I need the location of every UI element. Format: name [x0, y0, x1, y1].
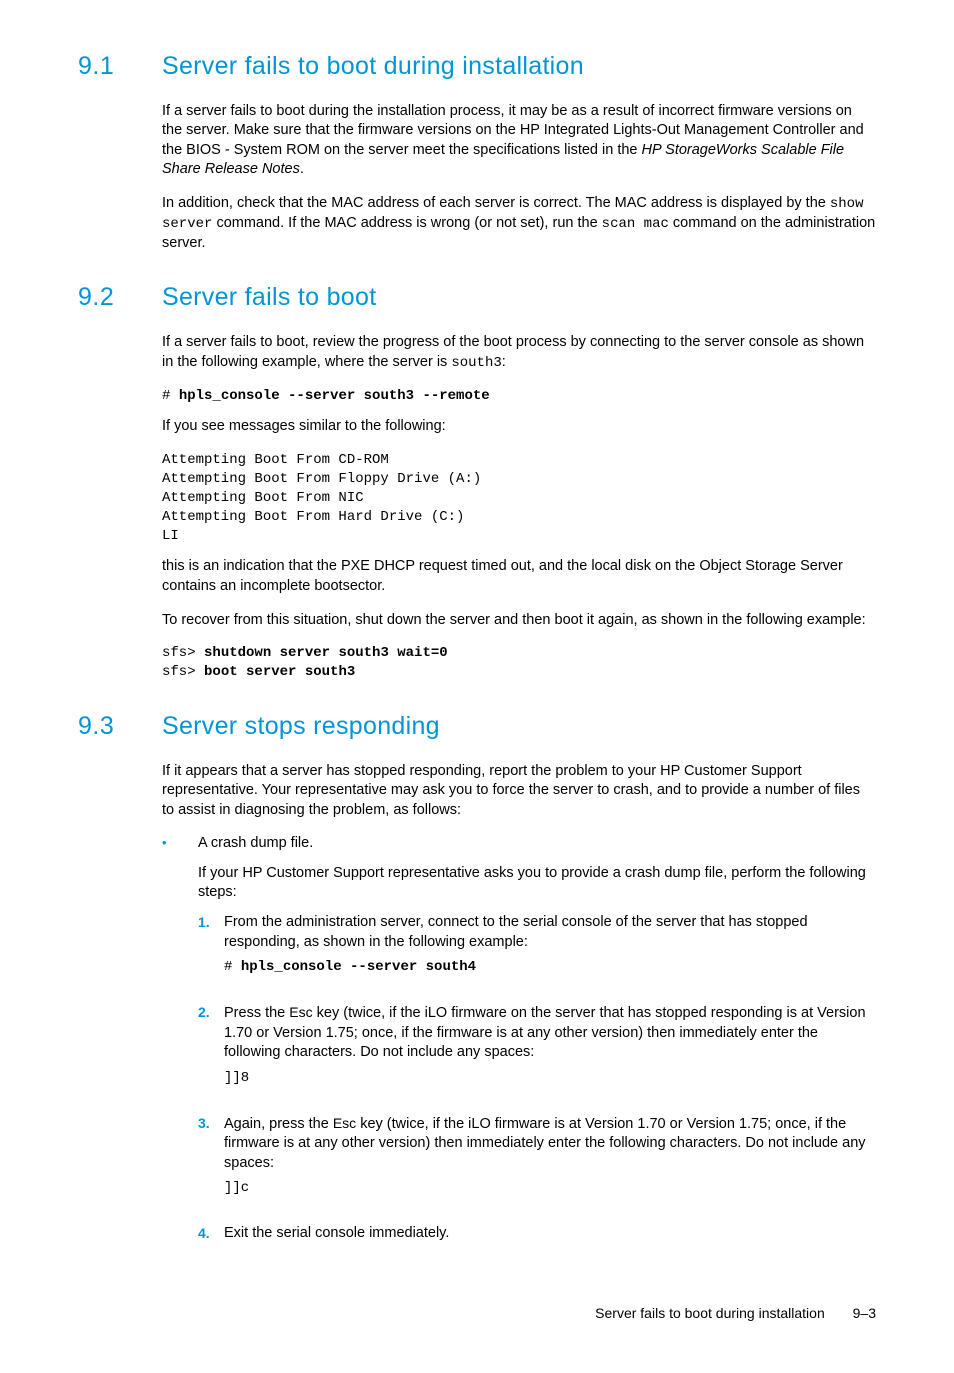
section-title: Server stops responding: [162, 710, 440, 744]
heading-9-2: 9.2 Server fails to boot: [78, 281, 876, 315]
section-title: Server fails to boot during installation: [162, 50, 584, 84]
bullet-list: • A crash dump file. If your HP Customer…: [162, 834, 876, 1263]
step-number: 2.: [198, 1003, 224, 1100]
paragraph: To recover from this situation, shut dow…: [162, 611, 876, 631]
inline-code: south3: [451, 355, 501, 371]
heading-9-3: 9.3 Server stops responding: [78, 710, 876, 744]
list-item: 4. Exit the serial console immediately.: [198, 1224, 876, 1250]
list-item: 3. Again, press the Esc key (twice, if t…: [198, 1114, 876, 1211]
page-footer: Server fails to boot during installation…: [78, 1304, 876, 1323]
paragraph: In addition, check that the MAC address …: [162, 194, 876, 253]
code-block: ]]c: [224, 1179, 876, 1198]
key-name: Esc: [333, 1115, 356, 1131]
list-item: 1. From the administration server, conne…: [198, 913, 876, 989]
command-block: # hpls_console --server south4: [224, 958, 876, 977]
page-number: 9–3: [853, 1305, 876, 1321]
paragraph: Again, press the Esc key (twice, if the …: [224, 1114, 876, 1174]
paragraph: If it appears that a server has stopped …: [162, 762, 876, 821]
section-number: 9.3: [78, 710, 162, 744]
command-block: # hpls_console --server south3 --remote: [162, 387, 876, 406]
step-number: 1.: [198, 913, 224, 989]
list-item: 2. Press the Esc key (twice, if the iLO …: [198, 1003, 876, 1100]
paragraph: From the administration server, connect …: [224, 913, 876, 952]
inline-code: scan mac: [602, 216, 669, 232]
section-9-2: 9.2 Server fails to boot If a server fai…: [78, 281, 876, 682]
step-number: 3.: [198, 1114, 224, 1211]
paragraph: If you see messages similar to the follo…: [162, 417, 876, 437]
section-title: Server fails to boot: [162, 281, 376, 315]
step-number: 4.: [198, 1224, 224, 1250]
section-9-3: 9.3 Server stops responding If it appear…: [78, 710, 876, 1264]
list-item-label: A crash dump file.: [198, 834, 876, 854]
command-block: sfs> shutdown server south3 wait=0 sfs> …: [162, 644, 876, 682]
section-9-1: 9.1 Server fails to boot during installa…: [78, 50, 876, 253]
footer-title: Server fails to boot during installation: [595, 1305, 825, 1321]
paragraph: Exit the serial console immediately.: [224, 1224, 876, 1244]
paragraph: If your HP Customer Support representati…: [198, 864, 876, 903]
heading-9-1: 9.1 Server fails to boot during installa…: [78, 50, 876, 84]
list-item: • A crash dump file. If your HP Customer…: [162, 834, 876, 1263]
bullet-icon: •: [162, 834, 198, 1263]
paragraph: this is an indication that the PXE DHCP …: [162, 557, 876, 596]
section-body: If a server fails to boot, review the pr…: [162, 333, 876, 682]
numbered-list: 1. From the administration server, conne…: [198, 913, 876, 1250]
paragraph: If a server fails to boot, review the pr…: [162, 333, 876, 372]
code-block: ]]8: [224, 1069, 876, 1088]
section-number: 9.1: [78, 50, 162, 84]
paragraph: Press the Esc key (twice, if the iLO fir…: [224, 1003, 876, 1063]
section-number: 9.2: [78, 281, 162, 315]
section-body: If it appears that a server has stopped …: [162, 762, 876, 1264]
output-block: Attempting Boot From CD-ROM Attempting B…: [162, 451, 876, 545]
section-body: If a server fails to boot during the ins…: [162, 102, 876, 254]
key-name: Esc: [289, 1004, 312, 1020]
paragraph: If a server fails to boot during the ins…: [162, 102, 876, 180]
